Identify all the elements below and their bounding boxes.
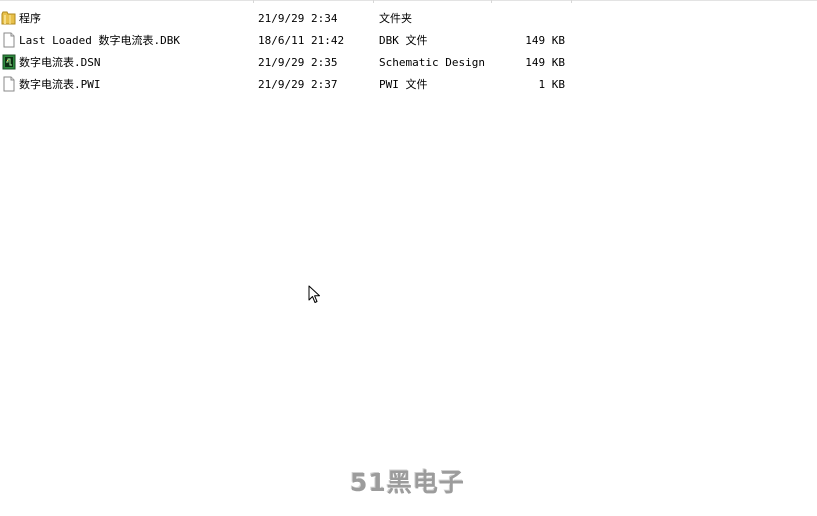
file-name: 数字电流表.DSN <box>19 56 101 69</box>
file-type: DBK 文件 <box>379 34 428 47</box>
file-modified: 18/6/11 21:42 <box>258 34 345 47</box>
file-type: Schematic Design <box>379 56 485 69</box>
file-name: 数字电流表.PWI <box>19 78 101 91</box>
folder-icon <box>1 11 16 25</box>
file-size: 1 KB <box>538 78 566 91</box>
file-list: 程序 21/9/29 2:34 文件夹 Last Loaded 数字电流表.DB… <box>0 8 817 96</box>
file-size: 149 KB <box>525 56 565 69</box>
explorer-window: 程序 21/9/29 2:34 文件夹 Last Loaded 数字电流表.DB… <box>0 0 817 516</box>
file-type: PWI 文件 <box>379 78 428 91</box>
file-row-dsn[interactable]: 数字电流表.DSN 21/9/29 2:35 Schematic Design … <box>0 52 817 74</box>
schematic-file-icon <box>2 54 16 70</box>
file-type: 文件夹 <box>379 12 412 25</box>
blank-file-icon <box>3 76 15 92</box>
file-name: 程序 <box>19 12 41 25</box>
column-divider[interactable] <box>373 0 374 3</box>
file-row-pwi[interactable]: 数字电流表.PWI 21/9/29 2:37 PWI 文件 1 KB <box>0 74 817 96</box>
file-row-dbk[interactable]: Last Loaded 数字电流表.DBK 18/6/11 21:42 DBK … <box>0 30 817 52</box>
blank-file-icon <box>3 32 15 48</box>
file-modified: 21/9/29 2:34 <box>258 12 338 25</box>
file-size: 149 KB <box>525 34 565 47</box>
watermark: 51黑电子 <box>350 468 465 497</box>
mouse-pointer-icon <box>308 285 320 303</box>
file-modified: 21/9/29 2:35 <box>258 56 338 69</box>
file-name: Last Loaded 数字电流表.DBK <box>19 34 180 47</box>
file-row-folder[interactable]: 程序 21/9/29 2:34 文件夹 <box>0 8 817 30</box>
column-divider[interactable] <box>491 0 492 3</box>
file-modified: 21/9/29 2:37 <box>258 78 338 91</box>
column-divider[interactable] <box>571 0 572 3</box>
column-divider[interactable] <box>253 0 254 3</box>
column-dividers <box>0 0 817 3</box>
